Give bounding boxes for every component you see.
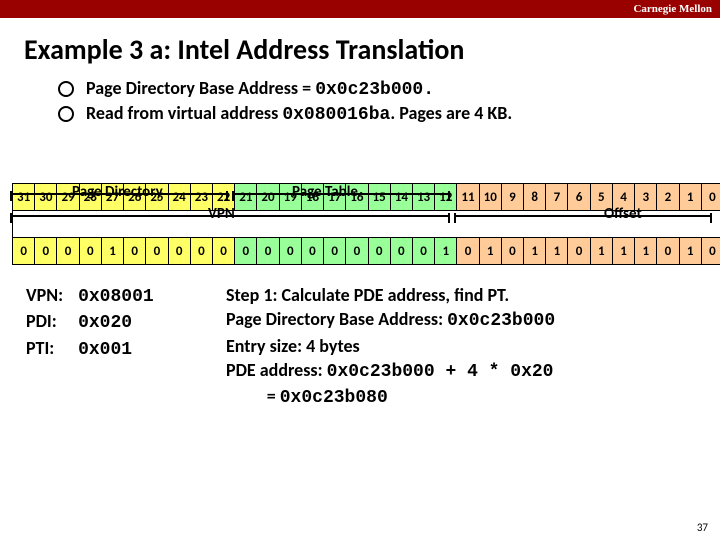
bullet-list: Page Directory Base Address = 0x0c23b000…: [58, 77, 720, 125]
offset-span-line: [454, 215, 712, 217]
bit-value-cell: 0: [35, 238, 57, 265]
bit-index-cell: 13: [412, 184, 434, 211]
step-line-5a: =: [226, 385, 280, 407]
bit-value-cell: 1: [101, 238, 123, 265]
bit-value-cell: 0: [701, 238, 720, 265]
step-text: Step 1: Calculate PDE address, find PT. …: [226, 283, 704, 410]
bit-index-cell: 8: [524, 184, 546, 211]
bit-value-cell: 0: [146, 238, 168, 265]
bit-value-cell: 0: [390, 238, 412, 265]
bit-value-cell: 0: [324, 238, 346, 265]
bit-index-cell: 9: [501, 184, 523, 211]
bits-value-row: 00001000000000000001010110111010: [13, 238, 720, 265]
bit-index-cell: 1: [679, 184, 701, 211]
bit-value-cell: 0: [412, 238, 434, 265]
step-line-1: Step 1: Calculate PDE address, find PT.: [226, 283, 704, 307]
header-org: Carnegie Mellon: [633, 3, 712, 15]
page-number: 37: [697, 521, 708, 534]
bit-index-cell: 2: [657, 184, 679, 211]
bit-value-cell: 1: [435, 238, 457, 265]
bullet-1-pre: Page Directory Base Address =: [86, 77, 315, 99]
step-line-4a: PDE address:: [226, 359, 327, 381]
bit-value-cell: 0: [279, 238, 301, 265]
step-line-2a: Page Directory Base Address:: [226, 308, 447, 330]
bit-value-cell: 0: [168, 238, 190, 265]
pdi-val: 0x020: [78, 313, 132, 333]
vpn-val: 0x08001: [78, 287, 154, 307]
bullet-marker-icon: [58, 106, 74, 122]
bit-value-cell: 0: [301, 238, 323, 265]
bullet-2: Read from virtual address 0x080016ba. Pa…: [58, 102, 720, 125]
bit-index-cell: 30: [35, 184, 57, 211]
step-line-3: Entry size: 4 bytes: [226, 334, 704, 358]
bit-value-cell: 0: [457, 238, 479, 265]
pti-val: 0x001: [78, 340, 132, 360]
bit-value-cell: 1: [479, 238, 501, 265]
bit-index-cell: 24: [168, 184, 190, 211]
pti-lab: PTI:: [26, 336, 74, 360]
bit-index-cell: 21: [235, 184, 257, 211]
page-title: Example 3 a: Intel Address Translation: [24, 32, 720, 67]
bit-index-cell: 0: [701, 184, 720, 211]
bit-value-cell: 0: [212, 238, 234, 265]
header-bar: Carnegie Mellon: [0, 0, 720, 18]
bullet-1: Page Directory Base Address = 0x0c23b000…: [58, 77, 720, 100]
offset-label: Offset: [604, 205, 642, 223]
page-dir-label: Page Directory: [72, 183, 163, 201]
vpn-label: VPN: [208, 205, 235, 223]
page-table-label: Page Table: [292, 183, 358, 201]
bit-value-cell: 0: [13, 238, 35, 265]
step-line-4b: 0x0c23b000 + 4 * 0x20: [327, 362, 554, 382]
vpn-span-line: [10, 215, 450, 217]
address-diagram: Page Directory Page Table VPN Offset 313…: [8, 183, 712, 265]
bit-value-cell: 0: [346, 238, 368, 265]
bit-index-cell: 20: [257, 184, 279, 211]
bit-value-cell: 0: [657, 238, 679, 265]
bit-value-cell: 1: [679, 238, 701, 265]
bit-index-cell: 12: [435, 184, 457, 211]
bit-index-cell: 31: [13, 184, 35, 211]
pd-span-line: [10, 193, 228, 195]
bit-index-cell: 15: [368, 184, 390, 211]
step-line-2b: 0x0c23b000: [447, 311, 555, 331]
pt-span-line: [232, 193, 450, 195]
bit-value-cell: 1: [612, 238, 634, 265]
bit-value-cell: 0: [57, 238, 79, 265]
bullet-2-pre: Read from virtual address: [86, 102, 282, 124]
bit-index-cell: 11: [457, 184, 479, 211]
bit-index-cell: 6: [568, 184, 590, 211]
bit-value-cell: 1: [635, 238, 657, 265]
bit-value-cell: 0: [501, 238, 523, 265]
bit-value-cell: 0: [190, 238, 212, 265]
decoded-values: VPN: 0x08001 PDI: 0x020 PTI: 0x001: [26, 283, 226, 410]
bullet-2-post: . Pages are 4 KB.: [390, 102, 512, 124]
bit-index-cell: 7: [546, 184, 568, 211]
bit-value-cell: 0: [368, 238, 390, 265]
bit-value-cell: 0: [124, 238, 146, 265]
bit-value-cell: 0: [235, 238, 257, 265]
bit-index-cell: 10: [479, 184, 501, 211]
bit-value-cell: 0: [568, 238, 590, 265]
bit-value-cell: 0: [79, 238, 101, 265]
bit-value-cell: 0: [257, 238, 279, 265]
pdi-lab: PDI:: [26, 309, 74, 333]
bullet-marker-icon: [58, 81, 74, 97]
bit-value-cell: 1: [590, 238, 612, 265]
bit-index-cell: 14: [390, 184, 412, 211]
vpn-lab: VPN:: [26, 283, 74, 307]
bit-value-cell: 1: [524, 238, 546, 265]
bullet-1-val: 0x0c23b000.: [315, 80, 434, 100]
bullet-2-val: 0x080016ba: [282, 105, 390, 125]
step-line-5b: 0x0c23b080: [280, 388, 388, 408]
bit-value-cell: 1: [546, 238, 568, 265]
